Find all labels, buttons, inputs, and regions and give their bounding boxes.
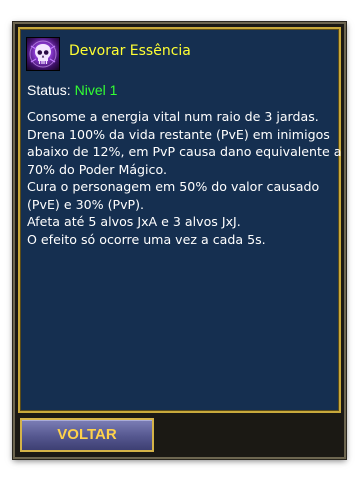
skull-icon	[26, 37, 60, 71]
status-row: Status: Nivel 1	[27, 82, 117, 98]
description-line: (PvE) e 30% (PvP).	[27, 196, 145, 212]
skill-info-panel: Devorar Essência Status: Nivel 1 Consome …	[18, 27, 341, 413]
skill-info-window: Devorar Essência Status: Nivel 1 Consome …	[13, 22, 346, 459]
description-line: O efeito só ocorre uma vez a cada 5s.	[27, 231, 266, 247]
skill-name: Devorar Essência	[69, 43, 191, 59]
back-button[interactable]: VOLTAR	[20, 418, 154, 452]
description-line: abaixo de 12%, em PvP causa dano equival…	[27, 144, 342, 159]
status-label: Status:	[27, 82, 71, 98]
description-line: Consome a energia vital num raio de 3 ja…	[27, 109, 319, 124]
description-line: Afeta até 5 alvos JxA e 3 alvos JxJ.	[27, 214, 241, 229]
skill-header: Devorar Essência	[20, 29, 339, 71]
status-value: Nivel 1	[74, 82, 118, 98]
description-line: Drena 100% da vida restante (PvE) em ini…	[27, 126, 330, 142]
description-line: 70% do Poder Mágico.	[27, 161, 167, 177]
description-line: Cura o personagem em 50% do valor causad…	[27, 179, 320, 194]
skill-description: Consome a energia vital num raio de 3 ja…	[27, 108, 342, 248]
